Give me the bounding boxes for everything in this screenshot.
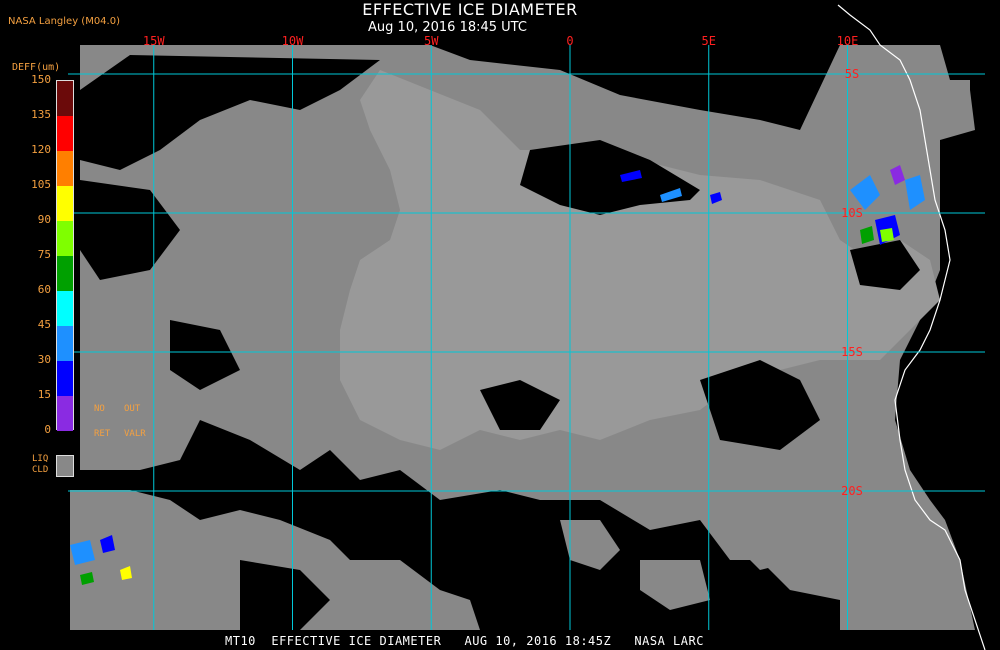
longitude-label: 10W <box>282 34 304 48</box>
color-scale-step <box>57 151 73 186</box>
legend-tick-label: 60 <box>37 283 51 296</box>
color-scale-step <box>57 291 73 326</box>
longitude-label: 0 <box>566 34 573 48</box>
color-scale <box>56 80 74 431</box>
color-scale-step <box>57 81 73 116</box>
color-scale-step <box>57 326 73 361</box>
legend-tick-label: 0 <box>44 423 51 436</box>
legend-tick-label: 45 <box>37 318 51 331</box>
latitude-label: 20S <box>841 484 863 498</box>
latitude-label: 15S <box>841 345 863 359</box>
page-title: EFFECTIVE ICE DIAMETER <box>362 0 578 19</box>
latitude-label: 5S <box>845 67 859 81</box>
color-scale-step <box>57 396 73 431</box>
legend-tick-label: 135 <box>31 108 51 121</box>
color-scale-step <box>57 221 73 256</box>
map-canvas: 15W 10W 5W 0 5E 10E 5S 10S 15S 20S <box>0 0 1000 650</box>
legend-tick-label: 15 <box>37 388 51 401</box>
liq-label-1: LIQ <box>32 454 49 464</box>
legend-tick-label: 90 <box>37 213 51 226</box>
latitude-label: 10S <box>841 206 863 220</box>
longitude-label: 15W <box>143 34 165 48</box>
liquid-cloud-swatch <box>56 455 74 477</box>
longitude-label: 5W <box>424 34 439 48</box>
color-scale-step <box>57 116 73 151</box>
no-ret-label-2: RET <box>94 429 111 439</box>
color-scale-step <box>57 256 73 291</box>
footer-caption: MT10 EFFECTIVE ICE DIAMETER AUG 10, 2016… <box>225 634 704 648</box>
out-valr-label-2: VALR <box>124 429 146 439</box>
color-scale-step <box>57 186 73 221</box>
longitude-label: 5E <box>702 34 716 48</box>
legend-tick-label: 150 <box>31 73 51 86</box>
legend-tick-label: 105 <box>31 178 51 191</box>
legend-tick-label: 30 <box>37 353 51 366</box>
legend-title: DEFF(um) <box>12 62 61 73</box>
legend-tick-label: 120 <box>31 143 51 156</box>
source-label: NASA Langley (M04.0) <box>8 16 120 27</box>
out-valr-label-1: OUT <box>124 404 141 414</box>
page-subtitle: Aug 10, 2016 18:45 UTC <box>368 20 527 35</box>
legend-tick-label: 75 <box>37 248 51 261</box>
no-ret-label-1: NO <box>94 404 105 414</box>
color-scale-step <box>57 361 73 396</box>
longitude-label: 10E <box>837 34 859 48</box>
liq-label-2: CLD <box>32 465 49 475</box>
